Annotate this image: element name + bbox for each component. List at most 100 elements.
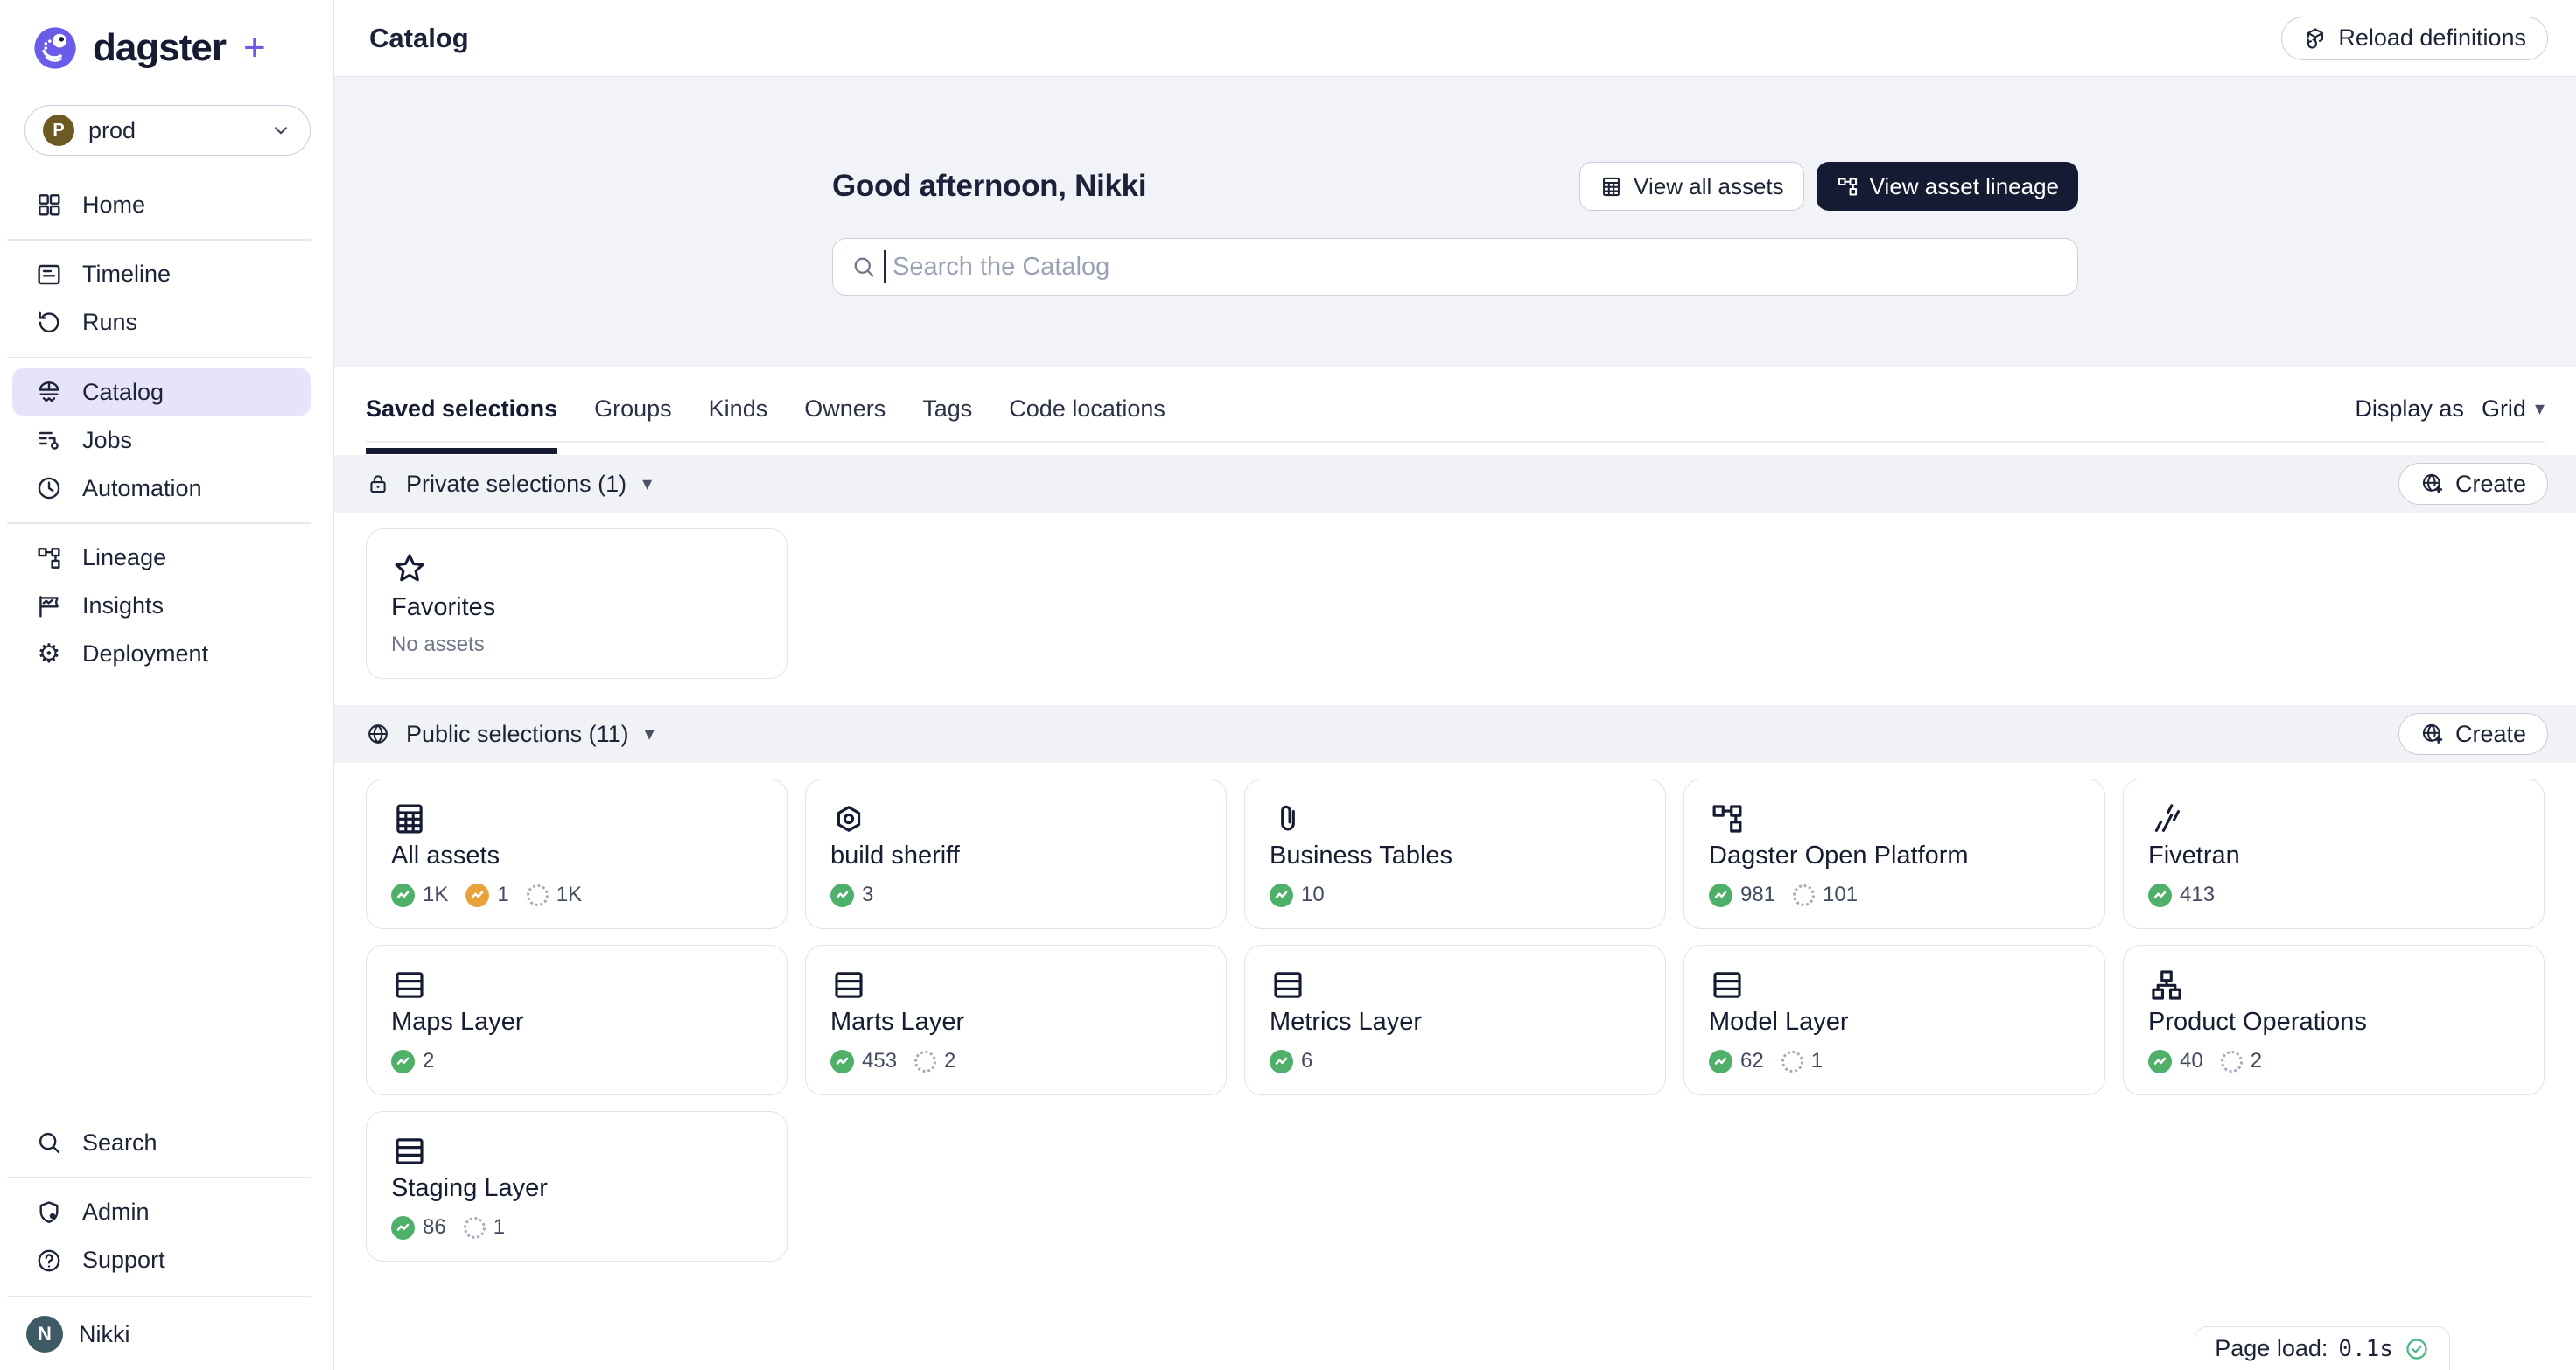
sidebar-footer-nav: Search Admin Support [0, 1118, 333, 1285]
table-icon [391, 800, 428, 837]
catalog-tabs: Saved selections Groups Kinds Owners Tags Cod… [366, 387, 1166, 431]
paperclip-icon [1270, 800, 1306, 837]
selection-card-marts-layer[interactable]: Marts Layer4532 [805, 945, 1227, 1095]
badge-count: 6 [1301, 1049, 1312, 1073]
badge-count: 453 [862, 1049, 897, 1073]
badge-count: 1K [423, 883, 448, 907]
status-badge-empty: 2 [914, 1049, 956, 1073]
never-materialized-icon [914, 1051, 936, 1073]
section-title-toggle[interactable]: Private selections (1)▾ [366, 471, 652, 498]
selection-card-business-tables[interactable]: Business Tables10 [1244, 779, 1666, 929]
status-badge-success: 453 [830, 1049, 897, 1073]
selection-card-staging-layer[interactable]: Staging Layer861 [366, 1111, 788, 1262]
sidebar-item-automation[interactable]: Automation [12, 465, 311, 512]
sidebar-divider [7, 239, 311, 241]
admin-icon [35, 1199, 63, 1227]
tab-code-locations[interactable]: Code locations [1009, 387, 1166, 431]
display-as-control: Display as Grid ▾ [2355, 395, 2544, 423]
sidebar-item-support[interactable]: Support [12, 1237, 311, 1284]
create-selection-button[interactable]: Create [2398, 713, 2548, 755]
card-subtitle: No assets [391, 633, 762, 657]
page-load-label: Page load: [2215, 1335, 2328, 1362]
never-materialized-icon [527, 884, 549, 906]
page-load-value: 0.1s [2338, 1336, 2393, 1362]
sidebar-item-label: Lineage [82, 544, 166, 571]
eye-icon [830, 800, 867, 837]
sidebar-divider [7, 1296, 311, 1297]
sidebar-nav: Home TimelineRuns CatalogJobsAutomation Lin… [0, 180, 333, 679]
badge-count: 2 [423, 1049, 434, 1073]
selection-card-build-sheriff[interactable]: build sheriff3 [805, 779, 1227, 929]
asset-status-badges: 453 2 [830, 1049, 1201, 1073]
materialized-icon [830, 1050, 854, 1073]
catalog-icon [35, 378, 63, 406]
deployment-switcher[interactable]: P prod [24, 105, 311, 156]
sidebar-item-insights[interactable]: Insights [12, 583, 311, 630]
table-icon [1600, 175, 1623, 199]
tab-kinds[interactable]: Kinds [709, 387, 768, 431]
create-button-label: Create [2455, 471, 2526, 498]
section-title-toggle[interactable]: Public selections (11)▾ [366, 721, 654, 748]
catalog-search-input[interactable] [892, 253, 2060, 282]
timeline-icon [35, 261, 63, 289]
sidebar-item-label: Search [82, 1129, 158, 1157]
automation-icon [35, 474, 63, 502]
tab-saved-selections[interactable]: Saved selections [366, 387, 557, 431]
sidebar-item-timeline[interactable]: Timeline [12, 251, 311, 298]
selection-card-dagster-open-platform[interactable]: Dagster Open Platform981101 [1684, 779, 2105, 929]
sidebar-item-search[interactable]: Search [12, 1119, 311, 1166]
lock-icon [366, 472, 390, 496]
materialized-icon [391, 884, 415, 907]
card-title: Fivetran [2148, 842, 2519, 870]
selection-card-metrics-layer[interactable]: Metrics Layer6 [1244, 945, 1666, 1095]
brand-logo[interactable]: dagster + [32, 23, 333, 73]
reload-definitions-icon [2303, 26, 2328, 51]
card-title: Business Tables [1270, 842, 1641, 870]
selection-card-fivetran[interactable]: Fivetran413 [2123, 779, 2544, 929]
sidebar-item-deployment[interactable]: ⚙Deployment [12, 631, 311, 678]
view-asset-lineage-button[interactable]: View asset lineage [1816, 162, 2078, 211]
asset-status-badges: 2 [391, 1049, 762, 1073]
selection-card-product-operations[interactable]: Product Operations402 [2123, 945, 2544, 1095]
selection-card-model-layer[interactable]: Model Layer621 [1684, 945, 2105, 1095]
sidebar-spacer [0, 679, 333, 1119]
sidebar-item-jobs[interactable]: Jobs [12, 416, 311, 464]
badge-count: 1K [556, 883, 582, 907]
materialized-icon [391, 1050, 415, 1073]
view-asset-lineage-label: View asset lineage [1870, 173, 2059, 200]
materialized-icon [1709, 1050, 1732, 1073]
sidebar-item-label: Admin [82, 1199, 150, 1226]
create-selection-button[interactable]: Create [2398, 463, 2548, 505]
sidebar-item-home[interactable]: Home [12, 181, 311, 228]
lineage-icon [1709, 800, 1746, 837]
home-icon [35, 191, 63, 219]
tab-owners[interactable]: Owners [804, 387, 886, 431]
display-as-dropdown[interactable]: Grid ▾ [2482, 395, 2544, 423]
selection-card-maps-layer[interactable]: Maps Layer2 [366, 945, 788, 1095]
sidebar-item-admin[interactable]: Admin [12, 1189, 311, 1236]
view-all-assets-button[interactable]: View all assets [1579, 162, 1804, 211]
section-title: Public selections (11) [406, 721, 629, 748]
check-circle-icon [2404, 1336, 2430, 1362]
sidebar-item-catalog[interactable]: Catalog [12, 368, 311, 416]
never-materialized-icon [2221, 1051, 2243, 1073]
status-badge-success: 86 [391, 1215, 446, 1240]
user-menu[interactable]: N Nikki [0, 1307, 333, 1370]
tab-tags[interactable]: Tags [922, 387, 972, 431]
user-avatar: N [26, 1316, 63, 1353]
page-load-indicator: Page load: 0.1s [2194, 1326, 2450, 1370]
asset-status-badges: 6 [1270, 1049, 1641, 1073]
selection-card-all-assets[interactable]: All assets1K11K [366, 779, 788, 929]
badge-count: 40 [2180, 1049, 2203, 1073]
sidebar-item-lineage[interactable]: Lineage [12, 535, 311, 582]
deployment-avatar: P [43, 115, 74, 146]
selection-card-favorites[interactable]: FavoritesNo assets [366, 528, 788, 679]
status-badge-warning: 1 [466, 883, 508, 907]
catalog-search-box [832, 238, 2078, 296]
user-name: Nikki [79, 1321, 130, 1348]
card-title: Model Layer [1709, 1008, 2080, 1037]
materialized-icon [1270, 884, 1293, 907]
sidebar-item-runs[interactable]: Runs [12, 299, 311, 346]
reload-definitions-button[interactable]: Reload definitions [2281, 17, 2548, 60]
tab-groups[interactable]: Groups [594, 387, 672, 431]
